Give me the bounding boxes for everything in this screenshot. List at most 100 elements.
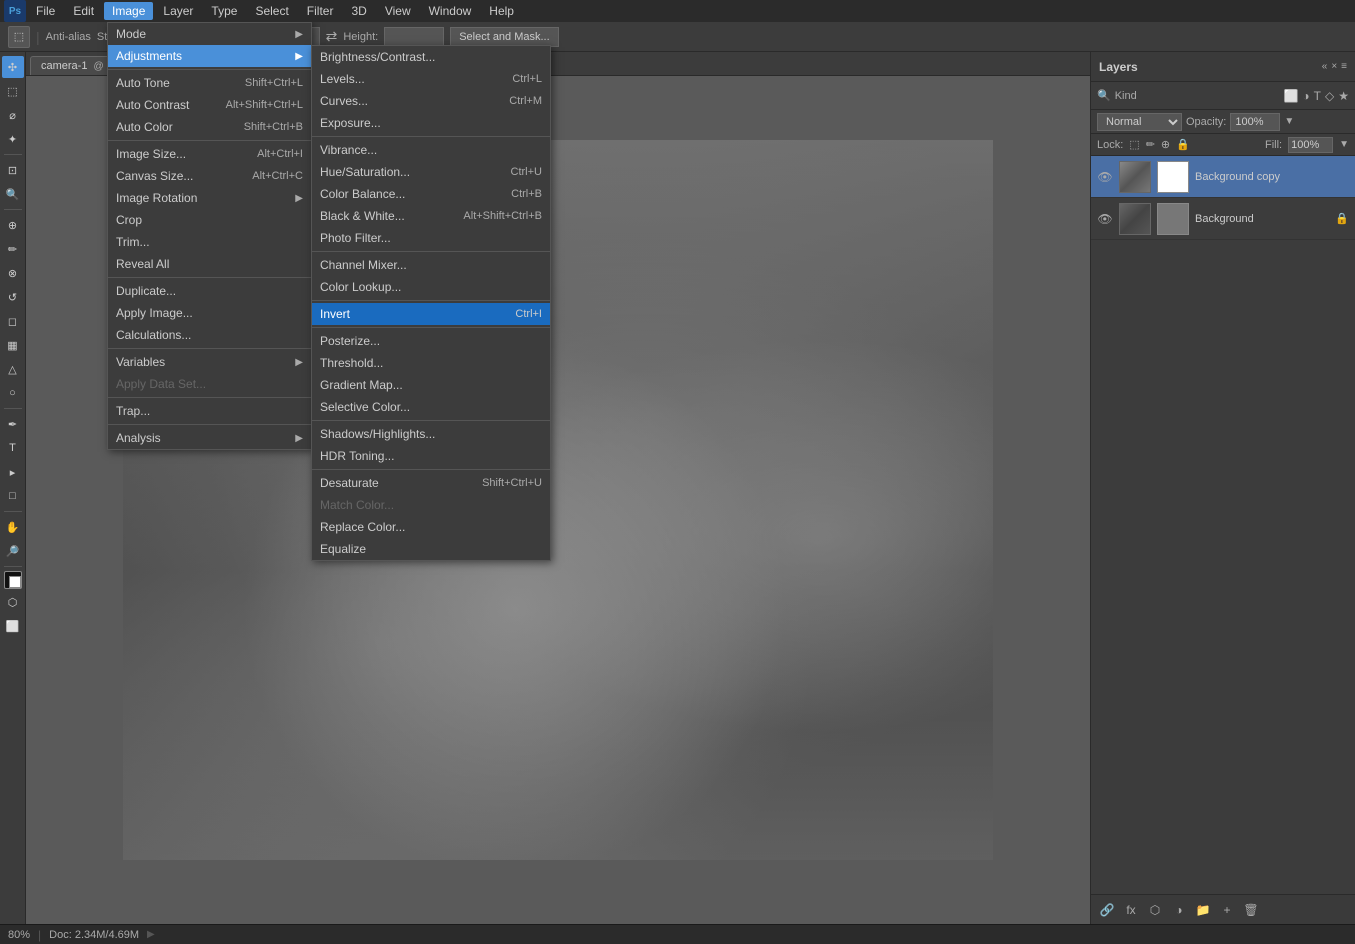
- adj-threshold[interactable]: Threshold...: [312, 352, 550, 374]
- image-menu-mode[interactable]: Mode ▶: [108, 23, 311, 45]
- menu-file[interactable]: File: [28, 2, 63, 20]
- spot-heal-tool[interactable]: ⊕: [2, 214, 24, 236]
- menu-filter[interactable]: Filter: [299, 2, 342, 20]
- hand-tool[interactable]: ✋: [2, 516, 24, 538]
- lasso-tool[interactable]: ⌀: [2, 104, 24, 126]
- adj-color-balance[interactable]: Color Balance... Ctrl+B: [312, 183, 550, 205]
- marquee-tool-btn[interactable]: ⬚: [8, 26, 30, 48]
- history-brush-tool[interactable]: ↺: [2, 286, 24, 308]
- adj-exposure[interactable]: Exposure...: [312, 112, 550, 134]
- eraser-tool[interactable]: ◻: [2, 310, 24, 332]
- text-tool[interactable]: T: [2, 437, 24, 459]
- image-menu-variables[interactable]: Variables ▶: [108, 351, 311, 373]
- image-menu-auto-color[interactable]: Auto Color Shift+Ctrl+B: [108, 116, 311, 138]
- adj-color-lookup[interactable]: Color Lookup...: [312, 276, 550, 298]
- add-layer-btn[interactable]: +: [1217, 900, 1237, 920]
- adj-vibrance[interactable]: Vibrance...: [312, 139, 550, 161]
- add-mask-btn[interactable]: ⬡: [1145, 900, 1165, 920]
- adj-hue-sat[interactable]: Hue/Saturation... Ctrl+U: [312, 161, 550, 183]
- menu-image[interactable]: Image: [104, 2, 153, 20]
- image-menu-rotation[interactable]: Image Rotation ▶: [108, 187, 311, 209]
- adj-invert[interactable]: Invert Ctrl+I: [312, 303, 550, 325]
- opacity-input[interactable]: [1230, 113, 1280, 131]
- image-menu-adjustments[interactable]: Adjustments ▶: [108, 45, 311, 67]
- layer-visibility-bg[interactable]: 👁: [1097, 211, 1113, 227]
- menu-view[interactable]: View: [377, 2, 419, 20]
- crop-tool[interactable]: ⊡: [2, 159, 24, 181]
- link-layers-btn[interactable]: 🔗: [1097, 900, 1117, 920]
- adj-black-white[interactable]: Black & White... Alt+Shift+Ctrl+B: [312, 205, 550, 227]
- clone-tool[interactable]: ⊗: [2, 262, 24, 284]
- move-tool[interactable]: ✣: [2, 56, 24, 78]
- adj-channel-mixer[interactable]: Channel Mixer...: [312, 254, 550, 276]
- layer-item-background[interactable]: 👁 Background 🔒: [1091, 198, 1355, 240]
- zoom-tool[interactable]: 🔎: [2, 540, 24, 562]
- image-menu-image-size[interactable]: Image Size... Alt+Ctrl+I: [108, 143, 311, 165]
- add-fx-btn[interactable]: fx: [1121, 900, 1141, 920]
- delete-layer-btn[interactable]: 🗑: [1241, 900, 1261, 920]
- image-menu-reveal-all[interactable]: Reveal All: [108, 253, 311, 275]
- brush-tool[interactable]: ✏: [2, 238, 24, 260]
- gradient-tool[interactable]: ▦: [2, 334, 24, 356]
- lock-pixels-icon[interactable]: ⬚: [1129, 138, 1139, 151]
- pen-tool[interactable]: ✒: [2, 413, 24, 435]
- image-menu-trim[interactable]: Trim...: [108, 231, 311, 253]
- adj-selective-color[interactable]: Selective Color...: [312, 396, 550, 418]
- image-menu-trap[interactable]: Trap...: [108, 400, 311, 422]
- adj-shadows-highlights[interactable]: Shadows/Highlights...: [312, 423, 550, 445]
- image-menu-duplicate[interactable]: Duplicate...: [108, 280, 311, 302]
- image-menu-apply-image[interactable]: Apply Image...: [108, 302, 311, 324]
- lock-all-icon[interactable]: 🔒: [1176, 138, 1190, 151]
- adj-replace-color[interactable]: Replace Color...: [312, 516, 550, 538]
- blend-mode-select[interactable]: Normal: [1097, 113, 1182, 131]
- dodge-tool[interactable]: ○: [2, 382, 24, 404]
- image-menu-crop[interactable]: Crop: [108, 209, 311, 231]
- eyedropper-tool[interactable]: 🔍: [2, 183, 24, 205]
- adj-photo-filter[interactable]: Photo Filter...: [312, 227, 550, 249]
- lock-artboard-icon[interactable]: ⊕: [1161, 138, 1170, 151]
- image-menu-analysis[interactable]: Analysis ▶: [108, 427, 311, 449]
- path-select-tool[interactable]: ▸: [2, 461, 24, 483]
- lock-position-icon[interactable]: ✏: [1146, 138, 1155, 151]
- adj-equalize[interactable]: Equalize: [312, 538, 550, 560]
- menu-3d[interactable]: 3D: [343, 2, 374, 20]
- adj-levels[interactable]: Levels... Ctrl+L: [312, 68, 550, 90]
- adj-desaturate[interactable]: Desaturate Shift+Ctrl+U: [312, 472, 550, 494]
- fill-input[interactable]: [1288, 137, 1333, 153]
- adj-posterize[interactable]: Posterize...: [312, 330, 550, 352]
- height-input[interactable]: [384, 27, 444, 47]
- menu-select[interactable]: Select: [247, 2, 296, 20]
- foreground-color[interactable]: [4, 571, 22, 589]
- panel-expand-icon[interactable]: ×: [1331, 61, 1337, 72]
- magic-wand-tool[interactable]: ✦: [2, 128, 24, 150]
- blur-tool[interactable]: △: [2, 358, 24, 380]
- panel-collapse-icon[interactable]: «: [1322, 61, 1328, 72]
- adj-curves[interactable]: Curves... Ctrl+M: [312, 90, 550, 112]
- layer-visibility-bg-copy[interactable]: 👁: [1097, 169, 1113, 185]
- select-mask-button[interactable]: Select and Mask...: [450, 27, 559, 47]
- image-menu-auto-tone[interactable]: Auto Tone Shift+Ctrl+L: [108, 72, 311, 94]
- image-menu-calculations[interactable]: Calculations...: [108, 324, 311, 346]
- panel-menu-icon[interactable]: ≡: [1341, 61, 1347, 72]
- filter-type-icon[interactable]: T: [1314, 89, 1321, 103]
- shape-tool[interactable]: □: [2, 485, 24, 507]
- filter-adjustment-icon[interactable]: ◑: [1302, 89, 1309, 103]
- quick-mask-tool[interactable]: ⬡: [2, 591, 24, 613]
- image-menu-auto-contrast[interactable]: Auto Contrast Alt+Shift+Ctrl+L: [108, 94, 311, 116]
- add-adjustment-btn[interactable]: ◑: [1169, 900, 1189, 920]
- menu-edit[interactable]: Edit: [65, 2, 102, 20]
- add-group-btn[interactable]: 📁: [1193, 900, 1213, 920]
- layer-item-background-copy[interactable]: 👁 Background copy: [1091, 156, 1355, 198]
- image-menu-canvas-size[interactable]: Canvas Size... Alt+Ctrl+C: [108, 165, 311, 187]
- marquee-tool[interactable]: ⬚: [2, 80, 24, 102]
- adj-brightness[interactable]: Brightness/Contrast...: [312, 46, 550, 68]
- menu-window[interactable]: Window: [421, 2, 480, 20]
- opacity-arrow-icon[interactable]: ▼: [1284, 116, 1294, 127]
- menu-type[interactable]: Type: [203, 2, 245, 20]
- menu-help[interactable]: Help: [481, 2, 522, 20]
- filter-pixel-icon[interactable]: ⬜: [1283, 89, 1298, 103]
- filter-smart-icon[interactable]: ★: [1338, 89, 1349, 103]
- menu-layer[interactable]: Layer: [155, 2, 201, 20]
- screen-mode-tool[interactable]: ⬜: [2, 615, 24, 637]
- adj-hdr-toning[interactable]: HDR Toning...: [312, 445, 550, 467]
